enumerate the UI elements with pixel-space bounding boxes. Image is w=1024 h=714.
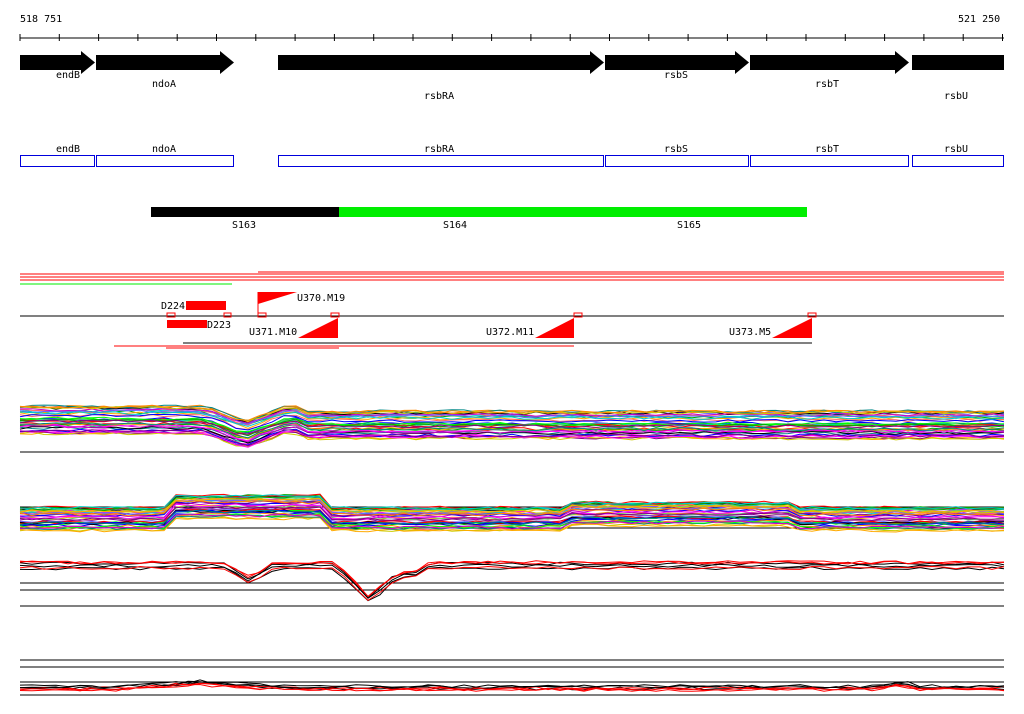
feature-label: D224: [161, 301, 185, 312]
feature-D224[interactable]: [186, 301, 226, 310]
feature-label: U373.M5: [729, 327, 771, 338]
segment-label: S164: [443, 220, 467, 231]
coord-end: 521 250: [958, 14, 1000, 25]
expression-line: [19, 566, 1005, 602]
gene-box-rsbT[interactable]: [750, 155, 909, 167]
feature-D223[interactable]: [167, 320, 207, 328]
gene-arrow-ndoA[interactable]: [96, 51, 234, 74]
gene-label: rsbU: [944, 91, 968, 102]
feature-U372-M11[interactable]: [535, 318, 574, 338]
segment-track: S163 S164 S165: [151, 207, 807, 231]
segment-S163[interactable]: [151, 207, 339, 217]
ruler-axis: [19, 34, 1004, 41]
gene-label: rsbT: [815, 79, 839, 90]
gene-box-track: endB ndoA rsbRA rsbS rsbT rsbU: [20, 144, 1004, 167]
gene-box-label: ndoA: [152, 144, 176, 155]
gene-label: rsbRA: [424, 91, 454, 102]
gene-box-ndoA[interactable]: [96, 155, 234, 167]
gene-box-label: endB: [56, 144, 80, 155]
feature-U370-M19[interactable]: [258, 292, 297, 304]
feature-U373-M5[interactable]: [772, 318, 812, 338]
segment-S164-S165[interactable]: [339, 207, 807, 217]
feature-label: U371.M10: [249, 327, 297, 338]
segment-label: S165: [677, 220, 701, 231]
feature-label: D223: [207, 320, 231, 331]
gene-box-label: rsbS: [664, 144, 688, 155]
feature-U371-M10[interactable]: [298, 318, 338, 338]
gene-box-rsbS[interactable]: [605, 155, 749, 167]
expression-line: [19, 563, 1005, 599]
gene-label: rsbS: [664, 70, 688, 81]
expression-tracks: [19, 404, 1005, 696]
gene-box-rsbU[interactable]: [912, 155, 1004, 167]
gene-box-rsbRA[interactable]: [278, 155, 604, 167]
genome-tracks: 518 751 521 250 endB ndoA rsbRA rsbS rsbT rsb…: [19, 14, 1005, 696]
feature-label: U372.M11: [486, 327, 534, 338]
gene-label: ndoA: [152, 79, 176, 90]
gene-arrow-rsbRA[interactable]: [278, 51, 604, 74]
gene-box-label: rsbT: [815, 144, 839, 155]
segment-label: S163: [232, 220, 256, 231]
gene-box-label: rsbRA: [424, 144, 454, 155]
gene-box-endB[interactable]: [20, 155, 95, 167]
gene-arrow-rsbU[interactable]: [912, 51, 1004, 74]
gene-arrow-track: endB ndoA rsbRA rsbS rsbT rsbU: [20, 51, 1004, 102]
genome-browser-view: 518 751 521 250 endB ndoA rsbRA rsbS rsbT rsb…: [0, 0, 1024, 714]
gene-label: endB: [56, 70, 80, 81]
gene-arrow-rsbT[interactable]: [750, 51, 909, 74]
feature-track: D224 D223 U370.M19 U371.M10 U372.M11 U37…: [20, 271, 1004, 349]
coord-start: 518 751: [20, 14, 62, 25]
feature-label: U370.M19: [297, 293, 345, 304]
gene-box-label: rsbU: [944, 144, 968, 155]
